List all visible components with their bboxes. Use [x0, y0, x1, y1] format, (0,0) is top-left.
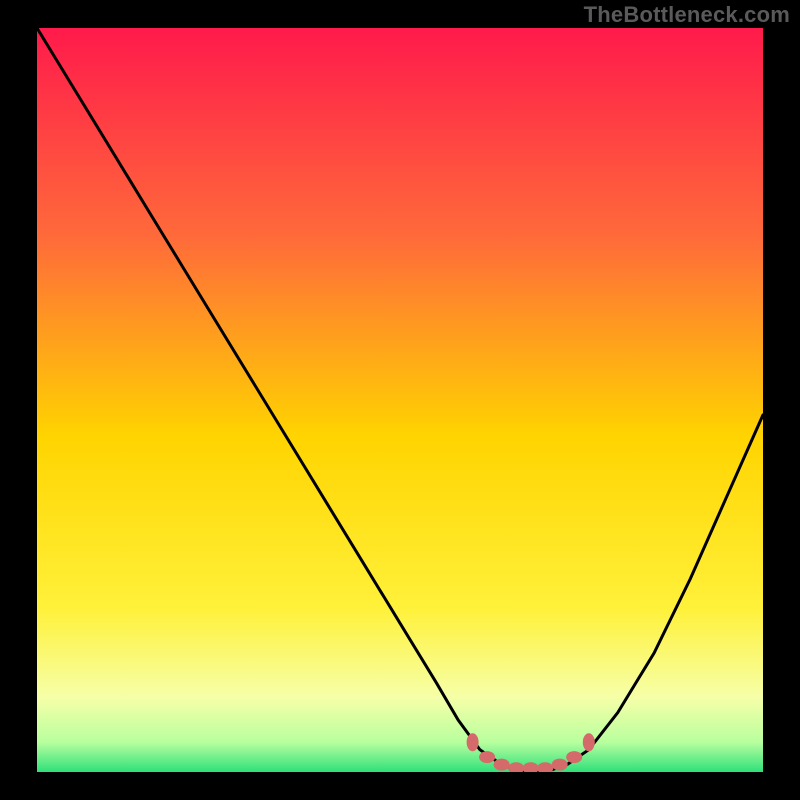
- gradient-background: [37, 28, 763, 772]
- highlight-marker: [566, 751, 582, 763]
- highlight-marker: [479, 751, 495, 763]
- watermark-text: TheBottleneck.com: [584, 2, 790, 28]
- highlight-marker: [494, 759, 510, 771]
- chart-frame: TheBottleneck.com: [0, 0, 800, 800]
- highlight-marker: [552, 759, 568, 771]
- chart-svg: [37, 28, 763, 772]
- highlight-marker: [467, 733, 479, 751]
- highlight-marker: [583, 733, 595, 751]
- chart-plot: [37, 28, 763, 772]
